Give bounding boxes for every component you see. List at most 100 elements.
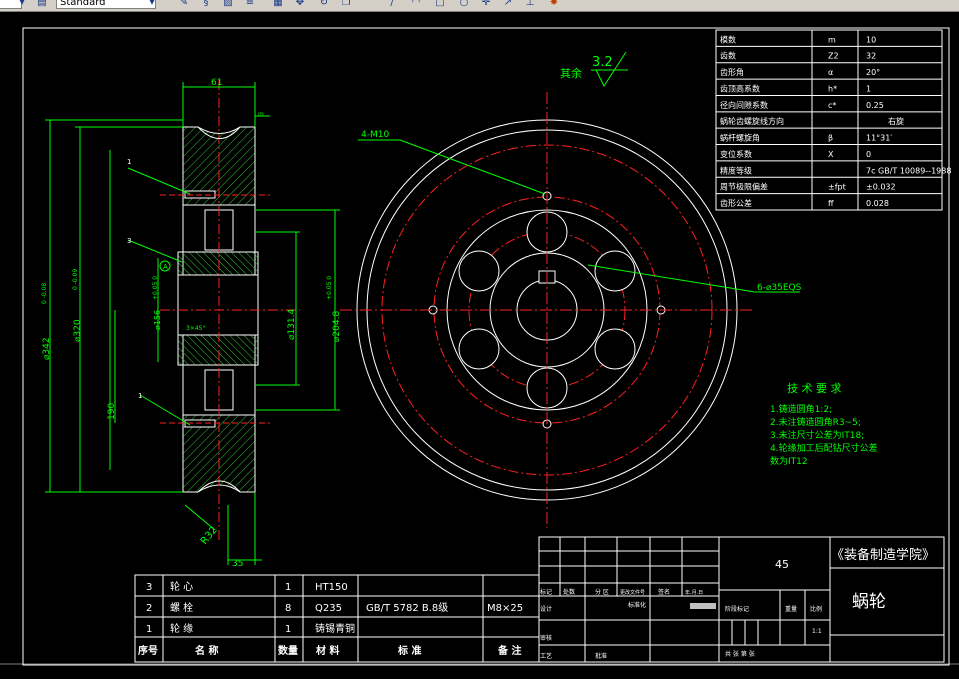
tech-item: 4.轮缘加工后配钻尺寸公差	[770, 442, 878, 454]
param-symbol: α	[828, 68, 833, 77]
surface-finish-label: 其余	[560, 66, 582, 80]
company-name: 《装备制造学院》	[831, 547, 935, 563]
scale-value: 1:1	[812, 628, 822, 635]
grid-icon[interactable]: ▦	[272, 0, 284, 9]
label-mark: 标记	[540, 588, 552, 596]
label-place: 处数	[563, 588, 575, 596]
bom-header-no: 序号	[138, 644, 158, 657]
dim-diam-342: ⌀342	[42, 337, 52, 360]
tech-item: 3.未注尺寸公差为IT18;	[770, 429, 864, 441]
param-symbol: h*	[828, 84, 837, 93]
drawing-canvas[interactable]: A 61 35 m 1 3 1 3×45° ⌀342 0 -0.08 ⌀320 …	[0, 12, 959, 679]
param-name: 模数	[720, 34, 736, 44]
param-name: 齿数	[720, 51, 736, 61]
chamfer-top: m	[258, 111, 264, 118]
keyway-chamfer: 3×45°	[186, 325, 205, 332]
highlight-icon[interactable]: ✸	[548, 0, 560, 9]
rectangle-icon[interactable]: □	[434, 0, 446, 9]
param-symbol: m	[828, 35, 836, 44]
bom-cell-no: 3	[146, 582, 152, 593]
dim-190: 190	[107, 403, 117, 420]
param-value: 32	[866, 52, 876, 61]
dim-diam-204: ⌀204.8	[332, 311, 342, 342]
table-style-icon[interactable]: ▤	[36, 0, 48, 9]
param-name: 周节极限偏差	[720, 182, 768, 192]
arrow-icon[interactable]: ↗	[502, 0, 514, 9]
arc-icon[interactable]: ◠	[410, 0, 422, 9]
hatch-icon[interactable]: ▨	[222, 0, 234, 9]
label-process: 工艺	[540, 652, 552, 660]
param-name: 齿顶高系数	[720, 83, 760, 93]
param-value: 1	[866, 84, 871, 93]
tech-title: 技 术 要 求	[787, 382, 842, 395]
surface-finish-value: 3.2	[592, 55, 613, 70]
label-sheets: 共 张 第 张	[725, 650, 755, 658]
dropdown-icon[interactable]: ▾	[146, 0, 158, 9]
param-symbol: ff	[828, 199, 834, 208]
cross-icon[interactable]: ✛	[480, 0, 492, 9]
bom-cell-note: M8×25	[487, 603, 523, 614]
bom-header-note: 备 注	[497, 644, 521, 657]
move-icon[interactable]: ✥	[294, 0, 306, 9]
rotate-icon[interactable]: ↻	[318, 0, 330, 9]
datum-label: A	[163, 263, 168, 271]
param-value: 11°31′	[866, 134, 892, 143]
dropdown-icon[interactable]: ▾	[16, 0, 28, 9]
copy-icon[interactable]: ❐	[340, 0, 352, 9]
bom-cell-qty: 1	[285, 582, 291, 593]
leader-3: 3	[127, 237, 131, 245]
dim-diam-320: ⌀320	[73, 319, 83, 342]
param-value: 20°	[866, 68, 880, 77]
label-date: 年.月.日	[685, 589, 703, 596]
bom-cell-name: 轮 缘	[170, 622, 193, 635]
line-icon[interactable]: /	[386, 0, 398, 9]
param-name: 精度等级	[720, 165, 752, 175]
bom-cell-no: 2	[146, 603, 152, 614]
pencil-icon[interactable]: ✎	[178, 0, 190, 9]
label-stage-mark: 阶段标记	[725, 605, 749, 613]
bom-cell-material: HT150	[315, 582, 348, 593]
bom-header-standard: 标 准	[397, 644, 421, 657]
label-review: 审核	[540, 634, 552, 642]
label-standardize: 标准化	[628, 601, 646, 609]
part-code: 45	[775, 558, 789, 571]
dim-diam-hub: ⌀156	[153, 310, 162, 330]
param-name: 蜗轮齿螺旋线方向	[720, 116, 784, 126]
tol-342: 0 -0.08	[41, 283, 48, 304]
label-change-doc: 更改文件号	[620, 589, 645, 596]
param-symbol: c*	[828, 101, 836, 110]
bom-header-material: 材 料	[316, 644, 339, 657]
param-value: 0	[866, 150, 871, 159]
param-value: 7c GB/T 10089--1988	[866, 166, 951, 175]
bom-cell-material: 铸锡青铜	[315, 622, 355, 635]
param-name: 齿形角	[720, 67, 744, 77]
label-scale: 比例	[810, 605, 822, 613]
style-combo[interactable]: Standard	[56, 0, 156, 9]
label-weight: 重量	[785, 605, 797, 613]
pin-icon[interactable]: ⊥	[524, 0, 536, 9]
bom-header-name: 名 称	[195, 644, 218, 657]
bom-cell-no: 1	[146, 624, 152, 635]
param-symbol: ±fpt	[828, 183, 846, 192]
part-name: 蜗轮	[852, 592, 886, 612]
bom-header-qty: 数量	[278, 644, 298, 657]
label-sign: 签名	[658, 588, 670, 596]
param-symbol: X	[828, 150, 834, 159]
param-symbol: β	[828, 134, 833, 143]
param-value: 0.028	[866, 199, 889, 208]
tech-item: 2.未注铸造圆角R3~5;	[770, 416, 861, 428]
swirl-icon[interactable]: §	[200, 0, 212, 9]
dim-35: 35	[232, 559, 243, 569]
param-value: 10	[866, 35, 876, 44]
text-icon[interactable]: ≡	[244, 0, 256, 9]
circle-icon[interactable]: ○	[458, 0, 470, 9]
tol-hub: +0.05 0	[152, 276, 159, 300]
leader-1b: 1	[138, 392, 142, 400]
toolbar: ▾ ▤ Standard ▾ ✎ § ▨ ≡ ▦ ✥ ↻ ❐ / ◠ □ ○ ✛…	[0, 0, 959, 12]
param-value: 0.25	[866, 101, 884, 110]
param-symbol: Z2	[828, 52, 839, 61]
tech-item: 数为IT12	[770, 455, 808, 467]
bom-cell-name: 螺 栓	[170, 601, 193, 614]
bom-cell-qty: 1	[285, 624, 291, 635]
tol-320: 0 -0.09	[72, 269, 79, 290]
